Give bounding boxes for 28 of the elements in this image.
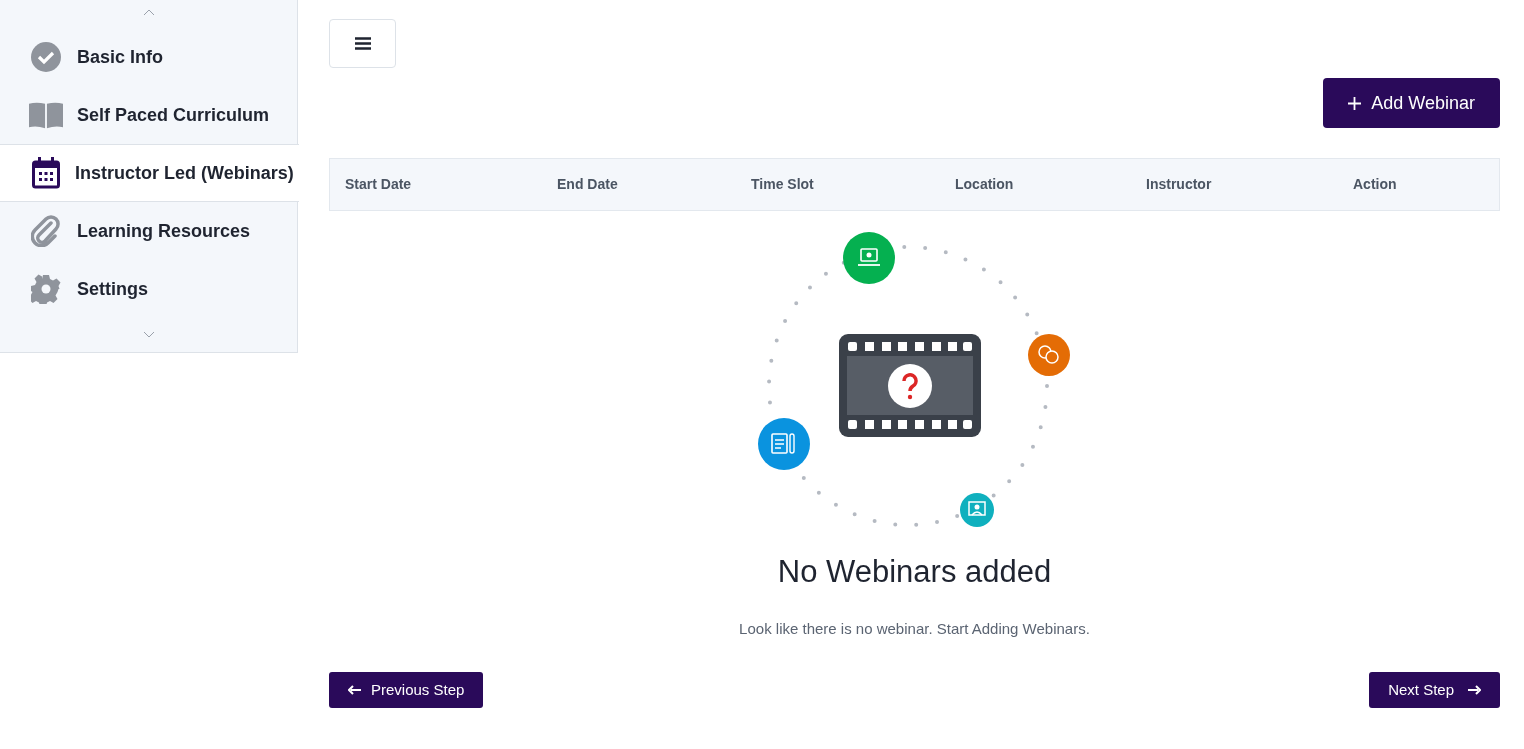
sidebar-item[interactable]: Learning Resources	[0, 202, 297, 260]
arrow-right-icon	[1468, 685, 1481, 695]
sidebar-item[interactable]: Self Paced Curriculum	[0, 86, 297, 144]
sidebar-item[interactable]: Instructor Led (Webinars)	[0, 144, 299, 202]
settings-icon	[31, 274, 61, 304]
chevron-up-icon[interactable]	[142, 9, 155, 16]
check-circle-icon	[30, 41, 62, 73]
empty-state-title: No Webinars added	[777, 553, 1052, 591]
film-icon	[838, 334, 981, 437]
paperclip-icon	[31, 215, 61, 247]
next-step-button[interactable]: Next Step	[1369, 672, 1500, 708]
previous-step-button[interactable]: Previous Step	[329, 672, 484, 708]
calendar-icon	[32, 157, 60, 189]
arrow-left-icon	[348, 685, 361, 695]
book-icon	[29, 101, 63, 129]
notes-icon	[757, 418, 810, 470]
table-header: Start Date End Date Time Slot Location Instructor Action	[329, 158, 1500, 211]
sidebar-item[interactable]: Basic Info	[0, 28, 297, 86]
menu-icon	[354, 37, 371, 50]
chat-icon	[1027, 334, 1070, 376]
menu-button[interactable]	[329, 19, 396, 68]
chevron-down-icon[interactable]	[142, 331, 155, 338]
sidebar-item[interactable]: Settings	[0, 260, 297, 318]
laptop-icon	[842, 232, 895, 284]
presenter-icon	[959, 493, 994, 527]
add-webinar-button[interactable]: Add Webinar	[1323, 78, 1500, 128]
plus-icon	[1348, 96, 1362, 110]
empty-state-message: Look like there is no webinar. Start Adding Webinars.	[739, 618, 1090, 639]
